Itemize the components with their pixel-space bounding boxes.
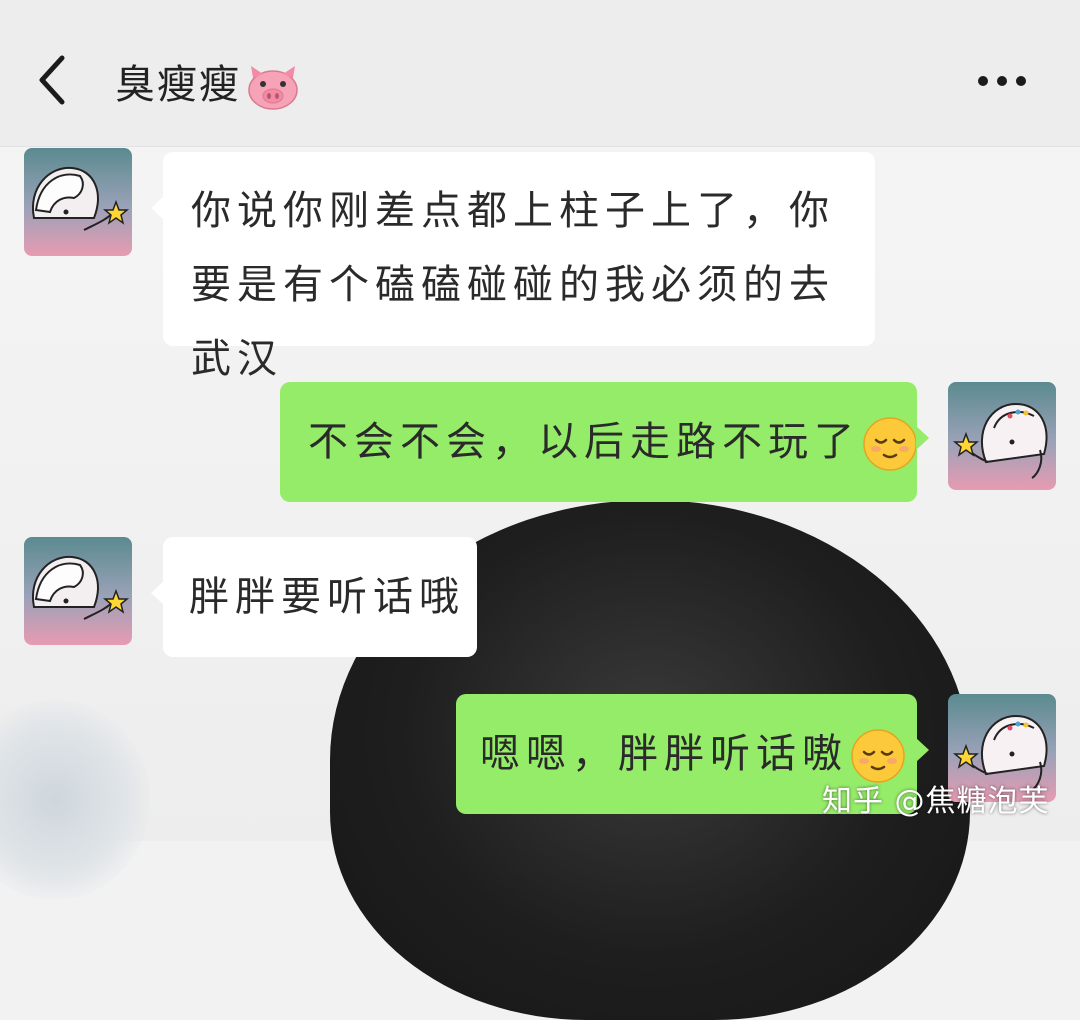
bubble-tail: [916, 738, 929, 762]
more-dot: [1016, 76, 1026, 86]
pig-face-icon: [248, 66, 298, 110]
message-text: 胖胖要听话哦: [189, 574, 465, 620]
contact-avatar[interactable]: [24, 537, 132, 645]
watermark: 知乎 @焦糖泡芙: [822, 784, 1050, 819]
contact-avatar[interactable]: [24, 148, 132, 256]
back-button[interactable]: [30, 50, 78, 110]
message-text: 嗯嗯，胖胖听话嗷: [480, 731, 848, 777]
chat-title-text: 臭瘦瘦: [115, 62, 241, 108]
chevron-left-icon: [39, 55, 65, 105]
my-avatar[interactable]: [948, 382, 1056, 490]
bubble-tail: [151, 196, 164, 220]
message-text: 不会不会，以后走路不玩了: [308, 419, 860, 465]
bubble-tail: [916, 426, 929, 450]
more-horizontal-icon: [978, 76, 988, 86]
message-bubble-incoming[interactable]: 你说你刚差点都上柱子上了，你要是有个磕磕碰碰的我必须的去武汉: [151, 152, 875, 382]
more-button[interactable]: [972, 62, 1032, 98]
message-bubble-incoming[interactable]: 胖胖要听话哦: [151, 537, 477, 657]
chat-header: 臭瘦瘦: [0, 0, 1080, 147]
bubble-tail: [151, 581, 164, 605]
relieved-face-icon: [863, 417, 917, 471]
more-dot: [997, 76, 1007, 86]
message-bubble-outgoing[interactable]: 不会不会，以后走路不玩了: [280, 382, 929, 502]
chat-title: 臭瘦瘦: [115, 52, 301, 112]
